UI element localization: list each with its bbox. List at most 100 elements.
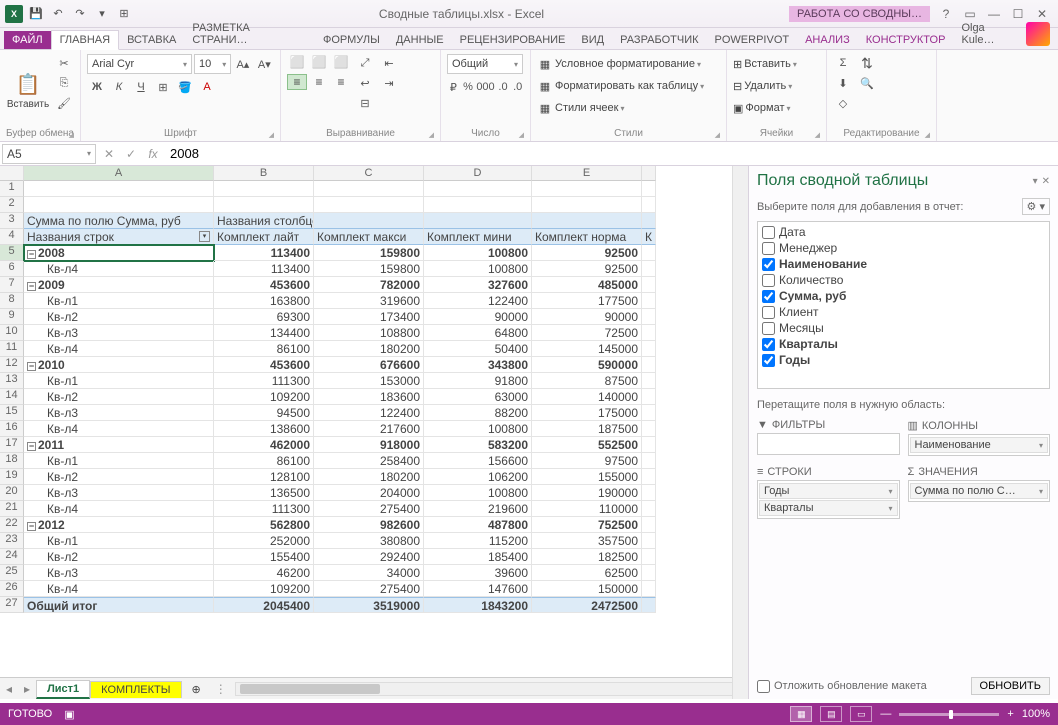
pivot-value[interactable]: 97500 [532, 453, 642, 469]
row-header[interactable]: 15 [0, 405, 24, 421]
fill-color-icon[interactable]: 🪣 [175, 78, 195, 96]
pivot-value[interactable]: 343800 [424, 357, 532, 373]
row-header[interactable]: 3 [0, 213, 24, 229]
pivot-col-header[interactable]: К [642, 229, 656, 245]
cell[interactable] [642, 469, 656, 485]
cell[interactable] [532, 181, 642, 197]
decrease-indent-icon[interactable]: ⇤ [379, 54, 399, 72]
row-header[interactable]: 8 [0, 293, 24, 309]
pivot-value[interactable]: 159800 [314, 261, 424, 277]
row-header[interactable]: 6 [0, 261, 24, 277]
tab-formulas[interactable]: ФОРМУЛЫ [315, 31, 388, 49]
align-center-icon[interactable]: ≡ [309, 74, 329, 90]
pivot-value[interactable]: 453600 [214, 357, 314, 373]
row-header[interactable]: 27 [0, 597, 24, 613]
excel-icon[interactable]: X [4, 4, 24, 24]
grow-font-icon[interactable]: A▴ [233, 55, 252, 73]
pivot-value[interactable]: 108800 [314, 325, 424, 341]
pivot-value[interactable]: 292400 [314, 549, 424, 565]
pivot-value[interactable]: 155400 [214, 549, 314, 565]
pivot-value[interactable]: 180200 [314, 469, 424, 485]
pivot-value[interactable]: 177500 [532, 293, 642, 309]
pivot-value[interactable]: 100800 [424, 261, 532, 277]
row-header[interactable]: 13 [0, 373, 24, 389]
field-checkbox[interactable] [762, 322, 775, 335]
scrollbar-thumb[interactable] [240, 684, 380, 694]
pivot-value[interactable]: 552500 [532, 437, 642, 453]
pivot-value[interactable]: 590000 [532, 357, 642, 373]
update-button[interactable]: ОБНОВИТЬ [971, 677, 1050, 695]
pivot-row-quarter[interactable]: Кв-л3 [24, 325, 214, 341]
cell[interactable] [642, 357, 656, 373]
delete-cells-button[interactable]: ⊟Удалить▾ [733, 76, 820, 96]
sheet-nav-prev-icon[interactable]: ◂ [0, 682, 18, 696]
row-header[interactable]: 10 [0, 325, 24, 341]
pivot-value[interactable]: 752500 [532, 517, 642, 533]
pivot-value[interactable]: 175000 [532, 405, 642, 421]
zoom-out-icon[interactable]: — [880, 708, 891, 720]
field-checkbox[interactable] [762, 338, 775, 351]
pivot-value[interactable]: 128100 [214, 469, 314, 485]
cell[interactable] [642, 181, 656, 197]
bold-icon[interactable]: Ж [87, 78, 107, 96]
field-checkbox[interactable] [762, 226, 775, 239]
pivot-col-labels[interactable]: Названия столбцов▾ [214, 213, 314, 229]
cell[interactable] [642, 549, 656, 565]
orientation-icon[interactable]: ⤢ [355, 54, 375, 72]
field-checkbox[interactable] [762, 354, 775, 367]
row-header[interactable]: 2 [0, 197, 24, 213]
row-header[interactable]: 4 [0, 229, 24, 245]
underline-icon[interactable]: Ч [131, 78, 151, 96]
pivot-grandtotal-value[interactable]: 3519000 [314, 597, 424, 613]
pivot-value[interactable]: 87500 [532, 373, 642, 389]
horizontal-scrollbar[interactable] [235, 682, 744, 696]
view-pagebreak-icon[interactable]: ▭ [850, 706, 872, 722]
cell[interactable] [642, 341, 656, 357]
row-header[interactable]: 14 [0, 389, 24, 405]
pivot-row-quarter[interactable]: Кв-л3 [24, 565, 214, 581]
pivot-value[interactable]: 562800 [214, 517, 314, 533]
field-checkbox[interactable] [762, 242, 775, 255]
tab-developer[interactable]: РАЗРАБОТЧИК [612, 31, 706, 49]
area-rows[interactable]: ≡СТРОКИ Годы▾ Кварталы▾ [757, 464, 900, 519]
tab-data[interactable]: ДАННЫЕ [388, 31, 452, 49]
insert-cells-button[interactable]: ⊞Вставить▾ [733, 54, 820, 74]
collapse-icon[interactable]: − [27, 282, 36, 291]
pivot-value[interactable]: 92500 [532, 261, 642, 277]
pivot-col-header[interactable]: Комплект макси [314, 229, 424, 245]
pivot-value[interactable]: 275400 [314, 501, 424, 517]
pivot-value[interactable]: 94500 [214, 405, 314, 421]
cell[interactable] [642, 405, 656, 421]
pivot-row-year[interactable]: −2008 [24, 245, 214, 261]
cell[interactable] [642, 597, 656, 613]
pivot-row-year[interactable]: −2010 [24, 357, 214, 373]
field-item[interactable]: Дата [760, 224, 1047, 240]
pivot-value[interactable]: 182500 [532, 549, 642, 565]
pivot-value[interactable]: 64800 [424, 325, 532, 341]
pivot-value[interactable]: 982600 [314, 517, 424, 533]
pivot-value[interactable]: 357500 [532, 533, 642, 549]
pivot-grandtotal-value[interactable]: 1843200 [424, 597, 532, 613]
cell[interactable] [642, 261, 656, 277]
cell[interactable] [24, 181, 214, 197]
column-header[interactable]: A [24, 166, 214, 181]
pivot-value[interactable]: 90000 [532, 309, 642, 325]
pivot-value[interactable]: 113400 [214, 261, 314, 277]
align-bottom-icon[interactable]: ⬜ [331, 54, 351, 70]
pivot-value[interactable]: 110000 [532, 501, 642, 517]
align-right-icon[interactable]: ≡ [331, 74, 351, 90]
cell[interactable] [424, 197, 532, 213]
view-normal-icon[interactable]: ▦ [790, 706, 812, 722]
pivot-row-quarter[interactable]: Кв-л2 [24, 389, 214, 405]
zoom-in-icon[interactable]: + [1007, 708, 1013, 720]
column-header[interactable]: C [314, 166, 424, 181]
cell[interactable] [642, 581, 656, 597]
defer-update-checkbox[interactable]: Отложить обновление макета [757, 680, 927, 693]
pivot-value[interactable]: 62500 [532, 565, 642, 581]
collapse-icon[interactable]: − [27, 362, 36, 371]
field-checkbox[interactable] [762, 306, 775, 319]
cell[interactable] [642, 213, 656, 229]
pivot-value[interactable]: 69300 [214, 309, 314, 325]
pivot-value[interactable]: 100800 [424, 421, 532, 437]
fill-icon[interactable]: ⬇ [833, 74, 853, 92]
